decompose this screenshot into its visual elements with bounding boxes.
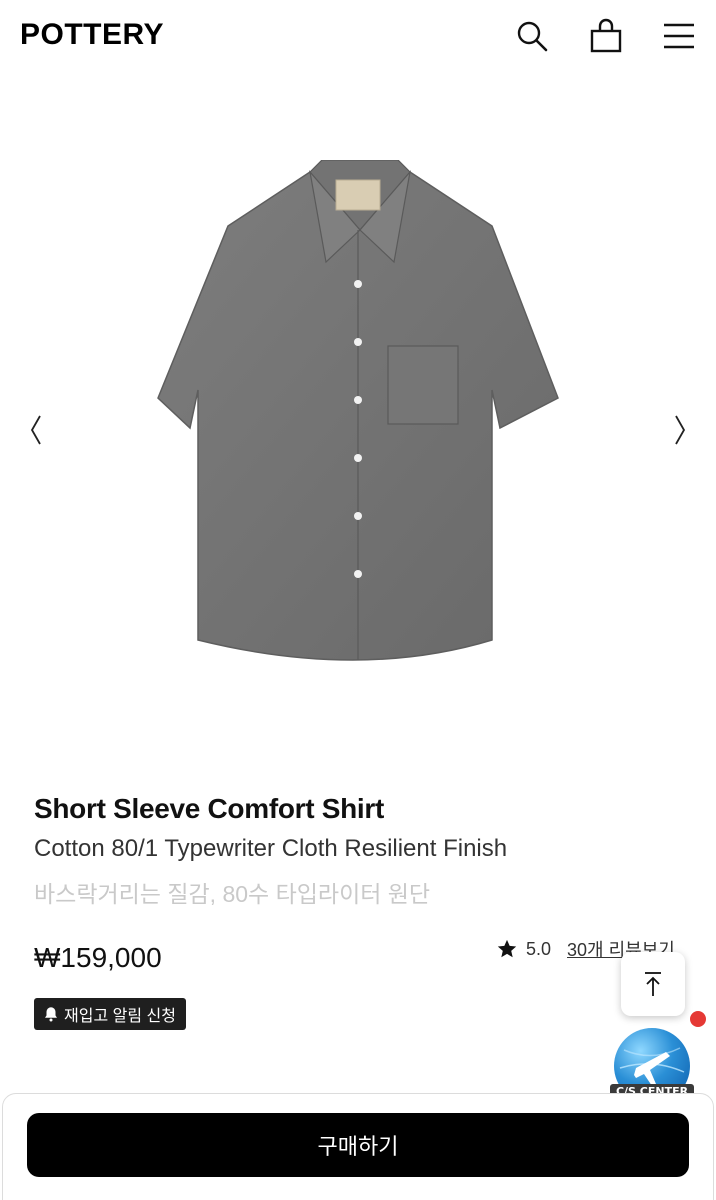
chevron-left-icon[interactable]	[22, 410, 52, 450]
chevron-right-icon[interactable]	[664, 410, 694, 450]
product-title: Short Sleeve Comfort Shirt	[34, 793, 385, 824]
product-subtitle-korean: 바스락거리는 질감, 80수 타입라이터 원단	[34, 881, 431, 907]
restock-alert-label: 재입고 알림 신청	[64, 1008, 176, 1025]
notification-dot	[690, 1011, 706, 1027]
product-photo[interactable]	[130, 160, 590, 720]
shopping-bag-icon[interactable]	[588, 18, 624, 54]
product-gallery	[0, 110, 716, 750]
hamburger-menu-icon[interactable]	[661, 18, 697, 54]
rating-value: 5.0	[526, 938, 552, 959]
scroll-to-top-button[interactable]	[621, 952, 685, 1016]
star-icon	[496, 938, 518, 960]
site-header: POTTERY	[0, 0, 716, 76]
arrow-up-icon	[645, 972, 661, 996]
search-icon[interactable]	[514, 18, 550, 54]
buy-button[interactable]: 구매하기	[27, 1113, 689, 1177]
bell-icon	[42, 1005, 60, 1023]
restock-alert-button[interactable]: 재입고 알림 신청	[34, 998, 186, 1030]
product-price: ₩159,000	[34, 942, 162, 973]
brand-logo[interactable]: POTTERY	[20, 18, 164, 52]
product-subtitle: Cotton 80/1 Typewriter Cloth Resilient F…	[34, 835, 508, 862]
